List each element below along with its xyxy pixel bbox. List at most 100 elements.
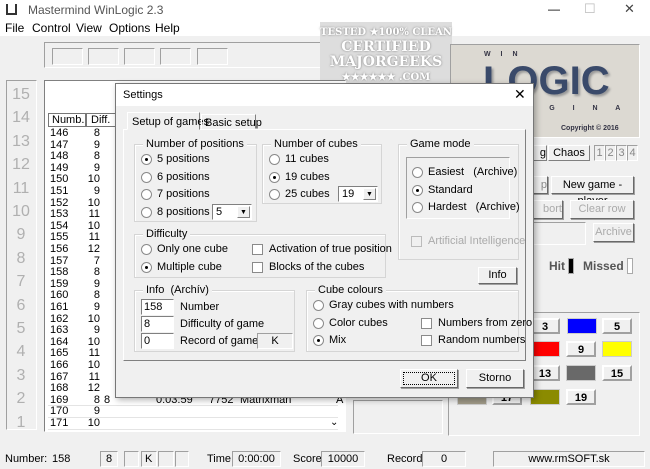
position-option-5[interactable]: 5 positions [141,153,210,165]
row-number: 11 [12,179,30,197]
menu-file[interactable]: File [5,21,24,35]
difficulty-multiple-cube[interactable]: Multiple cube [141,261,222,273]
info-archive-group: Info (Archív) 158 Number 8 Difficulty of… [134,284,295,352]
table-cell: 171 [50,417,69,429]
table-cell: 9 [93,185,100,197]
group-label: Info (Archív) [143,284,212,296]
position-option-7[interactable]: 7 positions [141,188,210,200]
row-number: 5 [16,320,26,337]
artificial-intelligence-checkbox[interactable]: Artificial Intelligence [411,235,525,247]
random-numbers-checkbox[interactable]: Random numbers [421,334,525,346]
mode-easiest[interactable]: Easiest (Archive) [412,166,517,178]
status-bar: Number: 158 8 K Time 0:00:00 Score 10000… [0,448,650,469]
row-number: 2 [16,390,26,408]
storno-button[interactable]: Storno [466,369,524,388]
info-button[interactable]: Info [478,267,517,284]
colours-mix[interactable]: Mix [313,334,346,346]
missed-indicator [627,258,633,274]
table-cell: 166 [50,359,69,371]
column-header-number[interactable]: Numb. [48,113,86,127]
archive-number-field[interactable]: 158 [141,299,174,315]
guess-slot[interactable] [52,48,83,65]
color-cube[interactable]: 15 [602,365,632,381]
colours-color-cubes[interactable]: Color cubes [313,317,388,329]
archive-difficulty-field[interactable]: 8 [141,316,174,332]
color-cube[interactable]: 3 [530,318,560,334]
numbers-from-zero-checkbox[interactable]: Numbers from zero [421,317,532,329]
dialog-close-button[interactable]: ✕ [514,86,526,103]
watermark-text: CERTIFIED [341,39,431,55]
menu-control[interactable]: Control [32,21,71,35]
table-cell: 151 [50,185,69,197]
positions-select[interactable]: 5 ▼ [212,204,252,220]
guess-slot[interactable] [88,48,119,65]
level-4[interactable]: 4 [627,145,638,161]
copyright-text: Copyright © 2016 [561,125,619,132]
blocks-checkbox[interactable]: Blocks of the cubes [252,261,364,273]
position-option-8[interactable]: 8 positions [141,206,210,218]
archive-k-box: K [257,333,293,349]
cubes-option-11[interactable]: 11 cubes [269,153,329,165]
table-cell: 12 [87,243,100,255]
color-cube[interactable]: 5 [602,318,632,334]
color-cube[interactable]: 19 [566,389,596,405]
table-cell: 161 [50,301,69,313]
level-1[interactable]: 1 [594,145,605,161]
color-cube[interactable]: 9 [566,341,596,357]
new-game-player-button[interactable]: New game - player [551,176,634,207]
archive-record-field[interactable]: 0 [141,333,174,349]
position-option-6[interactable]: 6 positions [141,171,210,183]
guess-slot[interactable] [160,48,191,65]
mode-standard[interactable]: Standard [412,184,473,196]
cubes-option-19[interactable]: 19 cubes [269,171,330,183]
table-cell: 10 [87,417,100,429]
bottom-box [353,400,443,434]
cubes-group: Number of cubes 11 cubes 19 cubes 25 cub… [262,138,382,204]
color-cube[interactable] [530,341,560,357]
color-cube[interactable] [566,365,596,381]
field-label: Number [180,301,220,313]
cube-colours-group: Cube colours Gray cubes with numbers Col… [306,284,532,352]
maximize-button[interactable]: ☐ [584,1,596,17]
table-row[interactable]: 171 10 [48,417,338,430]
color-cube[interactable]: 13 [530,365,560,381]
archive-button[interactable]: Archive [593,223,634,242]
tab-basic-setup[interactable]: Basic setup [201,114,262,129]
minimize-button[interactable]: — [548,2,560,16]
cubes-option-25[interactable]: 25 cubes [269,188,330,200]
abort-button[interactable]: bort [530,200,563,219]
time-label: Time [207,453,232,465]
guess-slot[interactable] [124,48,155,65]
guess-slot[interactable] [197,48,228,65]
group-label: Number of positions [143,138,247,150]
cubes-select[interactable]: 19 ▼ [338,186,378,202]
table-cell: 156 [50,243,69,255]
color-cube[interactable] [602,341,632,357]
menu-help[interactable]: Help [155,21,180,35]
settings-dialog: Settings ✕ Setup of games Basic setup Nu… [115,83,534,398]
table-cell: 10 [87,359,100,371]
tab-setup-of-games[interactable]: Setup of games [127,112,209,130]
chevron-down-icon: ▼ [363,188,376,200]
colours-gray-numbers[interactable]: Gray cubes with numbers [313,299,454,311]
row-number: 4 [16,343,26,361]
chaos-button[interactable]: Chaos [548,145,590,161]
difficulty-one-cube[interactable]: Only one cube [141,243,228,255]
true-position-checkbox[interactable]: Activation of true position [252,243,392,255]
column-header-difficulty[interactable]: Diff. [86,113,116,127]
watermark-text: MAJORGEEKS [329,54,443,70]
ok-button[interactable]: OK [400,369,458,388]
mode-hardest[interactable]: Hardest (Archive) [412,201,520,213]
website-link[interactable]: www.rmSOFT.sk [493,451,645,467]
app-icon [6,4,17,15]
color-cube[interactable] [567,318,597,334]
close-button[interactable]: ✕ [624,1,635,17]
difficulty-value: 8 [100,451,118,467]
menu-view[interactable]: View [76,21,102,35]
level-3[interactable]: 3 [616,145,627,161]
level-2[interactable]: 2 [605,145,616,161]
color-cube[interactable] [530,389,560,405]
hit-indicator [568,258,574,274]
menu-options[interactable]: Options [109,21,150,35]
clear-row-button[interactable]: Clear row [570,200,634,219]
